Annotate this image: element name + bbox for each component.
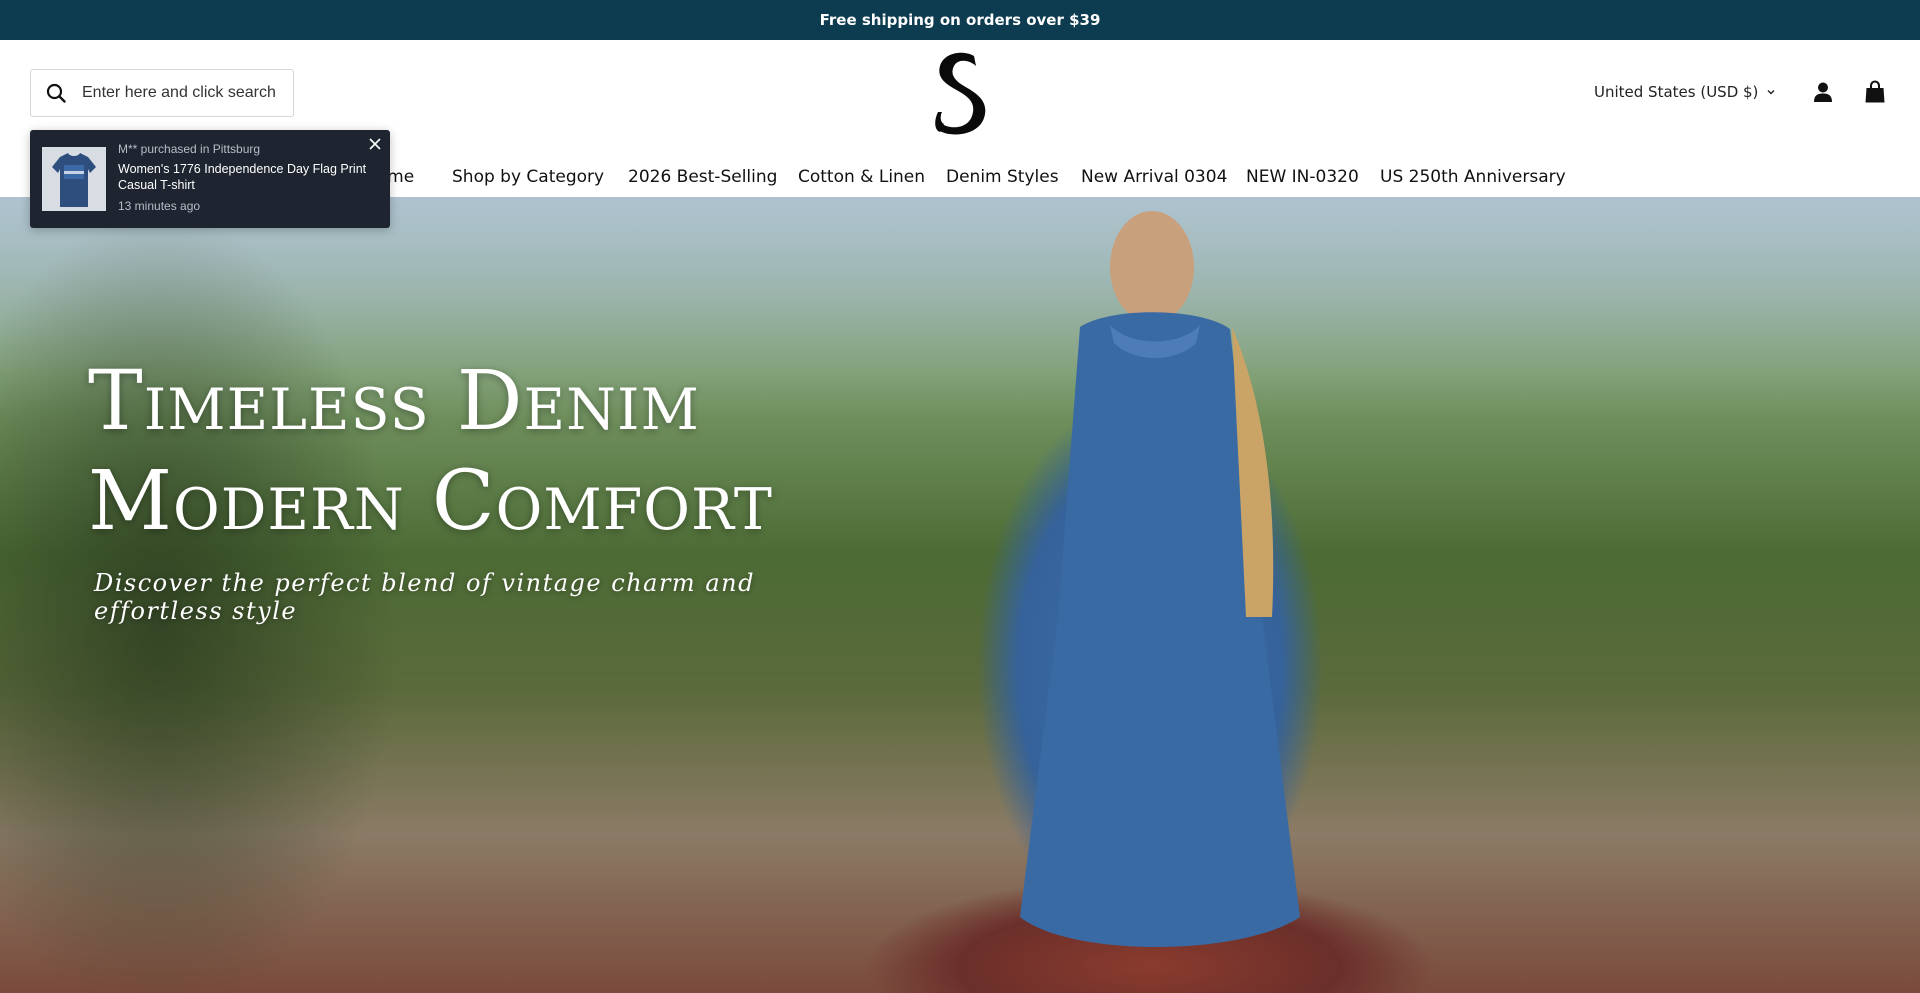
purchase-product-name[interactable]: Women's 1776 Independence Day Flag Print… bbox=[118, 161, 368, 193]
site-logo[interactable] bbox=[928, 50, 992, 136]
purchase-notification[interactable]: M** purchased in Pittsburg Women's 1776 … bbox=[30, 130, 390, 228]
nav-item-shop-by-category[interactable]: Shop by Category bbox=[452, 159, 604, 195]
tshirt-image bbox=[42, 147, 106, 211]
hero-banner[interactable]: Timeless Denim Modern Comfort Discover t… bbox=[0, 197, 1920, 993]
purchase-meta: M** purchased in Pittsburg bbox=[118, 142, 261, 156]
nav-item-us-250th[interactable]: US 250th Anniversary bbox=[1380, 159, 1566, 195]
hero-title-line-2: Modern Comfort bbox=[88, 454, 773, 549]
nav-item-best-selling[interactable]: 2026 Best-Selling bbox=[628, 159, 777, 195]
announcement-text: Free shipping on orders over $39 bbox=[819, 11, 1101, 29]
hero-model-figure bbox=[1020, 211, 1300, 947]
search-input[interactable] bbox=[82, 73, 292, 113]
product-thumbnail[interactable] bbox=[42, 147, 106, 211]
cart-icon[interactable] bbox=[1864, 80, 1886, 104]
hero-title: Timeless Denim Modern Comfort bbox=[88, 352, 848, 552]
account-icon[interactable] bbox=[1812, 81, 1834, 103]
hero-subtitle: Discover the perfect blend of vintage ch… bbox=[94, 569, 755, 625]
currency-label: United States (USD $) bbox=[1594, 83, 1759, 101]
search-box[interactable] bbox=[30, 69, 294, 117]
nav-item-new-arrival[interactable]: New Arrival 0304 bbox=[1081, 159, 1227, 195]
close-icon[interactable] bbox=[368, 137, 382, 151]
announcement-bar: Free shipping on orders over $39 bbox=[0, 0, 1920, 40]
nav-item-cotton-linen[interactable]: Cotton & Linen bbox=[798, 159, 925, 195]
search-icon[interactable] bbox=[46, 83, 66, 103]
purchase-time: 13 minutes ago bbox=[118, 199, 201, 213]
currency-selector[interactable]: United States (USD $) bbox=[1594, 82, 1776, 102]
hero-title-line-1: Timeless Denim bbox=[88, 354, 700, 449]
nav-item-denim-styles[interactable]: Denim Styles bbox=[946, 159, 1059, 195]
nav-item-new-in[interactable]: NEW IN-0320 bbox=[1246, 159, 1359, 195]
chevron-down-icon bbox=[1767, 90, 1775, 95]
